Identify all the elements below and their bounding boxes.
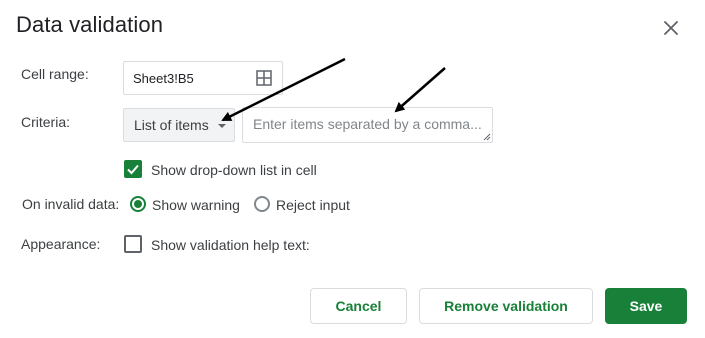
help-text-label[interactable]: Show validation help text: bbox=[151, 237, 310, 253]
reject-input-radio[interactable] bbox=[254, 196, 270, 212]
help-text-checkbox[interactable] bbox=[124, 235, 142, 253]
cell-range-field[interactable]: Sheet3!B5 bbox=[123, 61, 283, 95]
cancel-button[interactable]: Cancel bbox=[310, 288, 407, 324]
checkmark-icon bbox=[127, 164, 139, 175]
criteria-label: Criteria: bbox=[21, 114, 71, 130]
annotation-arrow-items bbox=[394, 67, 446, 113]
chevron-down-icon bbox=[218, 124, 226, 128]
reject-input-label[interactable]: Reject input bbox=[276, 197, 350, 213]
resize-handle-icon[interactable] bbox=[481, 131, 491, 141]
show-warning-label[interactable]: Show warning bbox=[152, 197, 240, 213]
grid-select-icon[interactable] bbox=[256, 70, 272, 86]
criteria-dropdown[interactable]: List of items bbox=[123, 108, 235, 142]
cell-range-label: Cell range: bbox=[21, 66, 89, 82]
criteria-selected-value: List of items bbox=[134, 117, 209, 133]
close-icon bbox=[664, 21, 678, 35]
dialog-title: Data validation bbox=[16, 12, 164, 37]
show-warning-radio[interactable] bbox=[130, 196, 146, 212]
appearance-label: Appearance: bbox=[21, 236, 101, 252]
cell-range-value: Sheet3!B5 bbox=[133, 70, 194, 86]
data-validation-dialog: Data validation Cell range: Sheet3!B5 Cr… bbox=[0, 0, 705, 338]
save-button[interactable]: Save bbox=[605, 288, 687, 324]
list-items-input[interactable] bbox=[242, 107, 493, 143]
show-dropdown-checkbox[interactable] bbox=[124, 160, 142, 178]
invalid-data-label: On invalid data: bbox=[22, 196, 120, 212]
remove-validation-button[interactable]: Remove validation bbox=[419, 288, 593, 324]
show-dropdown-label[interactable]: Show drop-down list in cell bbox=[151, 162, 317, 178]
close-button[interactable] bbox=[659, 16, 683, 40]
